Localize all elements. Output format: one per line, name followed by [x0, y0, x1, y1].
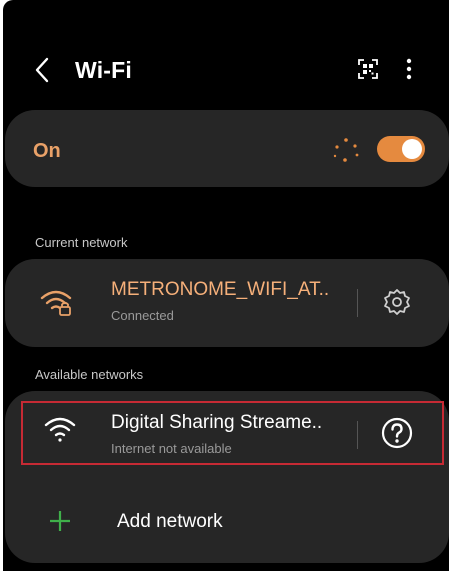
- qr-scan-button[interactable]: [355, 56, 381, 82]
- available-network-row[interactable]: Digital Sharing Streame.. Internet not a…: [5, 397, 355, 469]
- wifi-toggle-switch[interactable]: [377, 136, 425, 162]
- back-button[interactable]: [29, 50, 59, 90]
- current-network-row[interactable]: METRONOME_WIFI_AT.. Connected: [5, 259, 355, 347]
- question-circle-icon: [381, 417, 413, 449]
- current-network-status: Connected: [111, 308, 174, 323]
- available-networks-heading: Available networks: [35, 367, 144, 382]
- page-title: Wi-Fi: [75, 57, 132, 83]
- divider: [357, 421, 358, 449]
- network-help-button[interactable]: [379, 415, 415, 451]
- wifi-status-label: On: [33, 140, 61, 162]
- current-network-heading: Current network: [35, 235, 128, 250]
- add-network-label: Add network: [117, 511, 223, 532]
- current-network-card: METRONOME_WIFI_AT.. Connected: [5, 259, 449, 347]
- chevron-left-icon: [35, 57, 49, 83]
- available-network-status: Internet not available: [111, 441, 232, 456]
- network-settings-button[interactable]: [379, 285, 415, 321]
- toggle-knob: [402, 139, 422, 159]
- screen: Wi-Fi On Current network METRONOME_WIFI_…: [3, 0, 449, 571]
- qr-scan-icon: [358, 59, 378, 79]
- available-networks-card: Digital Sharing Streame.. Internet not a…: [5, 391, 449, 563]
- wifi-toggle-card[interactable]: On: [5, 110, 449, 187]
- wifi-signal-icon: [44, 417, 76, 442]
- more-options-button[interactable]: [399, 56, 419, 82]
- divider: [357, 289, 358, 317]
- available-network-name: Digital Sharing Streame..: [111, 412, 323, 433]
- wifi-secured-icon: [40, 290, 72, 316]
- add-network-row[interactable]: [5, 489, 449, 559]
- current-network-name: METRONOME_WIFI_AT..: [111, 279, 330, 300]
- gear-icon: [384, 289, 410, 315]
- wifi-scanning-dots-icon: [333, 138, 359, 162]
- more-vertical-icon: [406, 58, 412, 80]
- plus-icon: [50, 511, 70, 531]
